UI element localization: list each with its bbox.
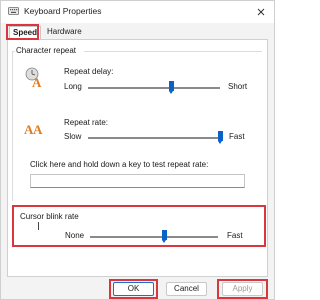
window-title: Keyboard Properties: [24, 6, 102, 16]
svg-text:A: A: [32, 75, 42, 88]
svg-text:A: A: [33, 122, 43, 136]
test-repeat-input[interactable]: [30, 174, 245, 188]
close-icon[interactable]: [254, 5, 268, 19]
cursor-blink-title: Cursor blink rate: [20, 212, 79, 221]
repeat-rate-max-label: Fast: [229, 132, 245, 141]
speed-panel: Character repeat A Repeat delay: Long Sh…: [7, 39, 268, 277]
repeat-delay-max-label: Short: [228, 82, 248, 91]
tab-hardware[interactable]: Hardware: [44, 26, 85, 38]
group-divider: [12, 51, 15, 52]
repeat-rate-label: Repeat rate:: [64, 118, 109, 127]
group-divider: [12, 51, 13, 201]
cursor-blink-min-label: None: [65, 231, 85, 240]
keyboard-icon: [8, 7, 19, 15]
repeat-rate-slider-thumb[interactable]: [217, 131, 223, 144]
repeat-delay-slider-thumb[interactable]: [168, 81, 174, 94]
tab-speed[interactable]: Speed: [9, 26, 42, 39]
repeat-rate-slider-track[interactable]: [88, 137, 220, 139]
repeat-delay-min-label: Long: [64, 82, 82, 91]
ok-button[interactable]: OK: [113, 282, 154, 296]
repeat-delay-icon: A: [25, 67, 42, 88]
keyboard-properties-window: Keyboard Properties Speed Hardware Chara…: [0, 0, 275, 300]
character-repeat-title: Character repeat: [16, 46, 77, 55]
repeat-delay-slider-track[interactable]: [88, 87, 220, 89]
repeat-delay-label: Repeat delay:: [64, 67, 114, 76]
repeat-rate-icon: A A: [24, 122, 43, 136]
cancel-button[interactable]: Cancel: [166, 282, 207, 296]
test-repeat-prompt: Click here and hold down a key to test r…: [30, 160, 209, 169]
cursor-blink-slider-thumb[interactable]: [161, 230, 167, 243]
repeat-rate-min-label: Slow: [64, 132, 82, 141]
cursor-blink-slider-track[interactable]: [90, 236, 218, 238]
tab-strip: Speed Hardware: [1, 23, 274, 39]
cursor-blink-preview: [38, 222, 39, 230]
apply-button[interactable]: Apply: [222, 282, 263, 296]
cursor-blink-max-label: Fast: [227, 231, 243, 240]
group-divider: [84, 51, 262, 52]
title-bar: Keyboard Properties: [1, 1, 274, 23]
